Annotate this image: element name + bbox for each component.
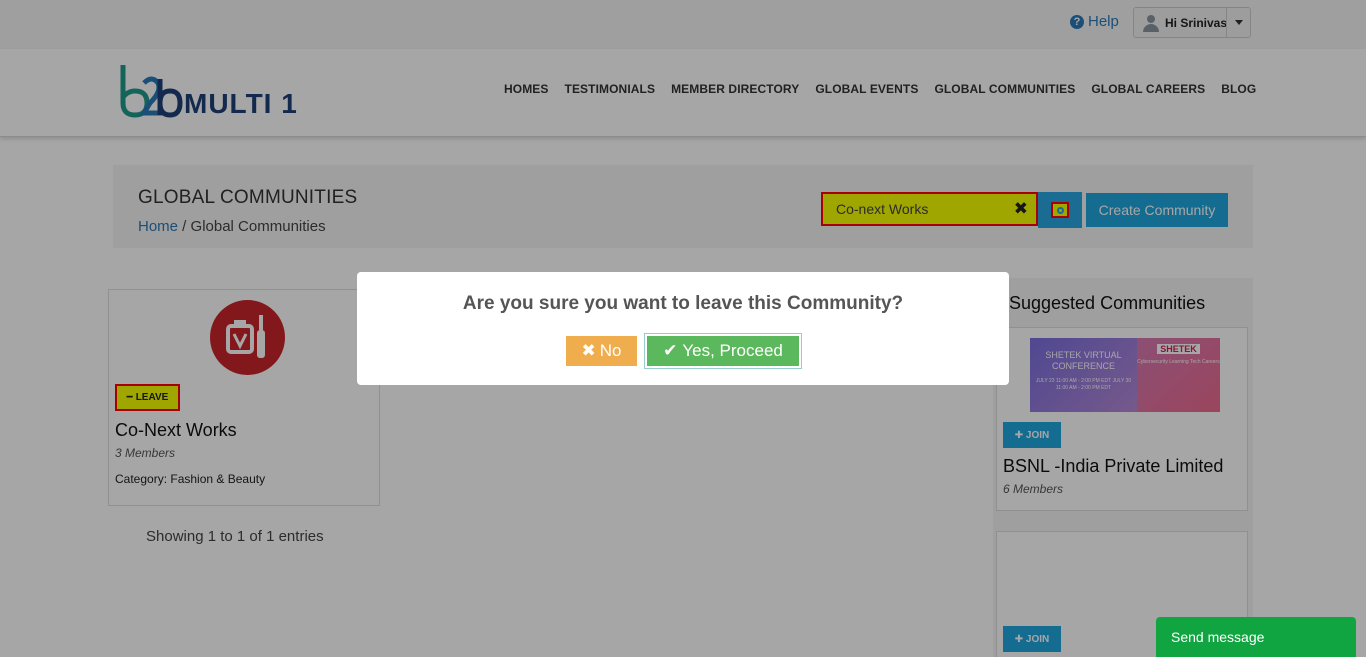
close-icon: ✖ — [581, 341, 596, 360]
no-label: No — [599, 341, 622, 360]
leave-confirm-dialog: Are you sure you want to leave this Comm… — [357, 272, 1009, 385]
yes-proceed-button[interactable]: ✔ Yes, Proceed — [647, 336, 799, 366]
check-icon: ✔ — [663, 341, 678, 360]
send-message-chat-button[interactable]: Send message — [1156, 617, 1356, 657]
dialog-question: Are you sure you want to leave this Comm… — [462, 293, 904, 314]
yes-label: Yes, Proceed — [682, 341, 783, 360]
no-button[interactable]: ✖ No — [566, 336, 637, 366]
